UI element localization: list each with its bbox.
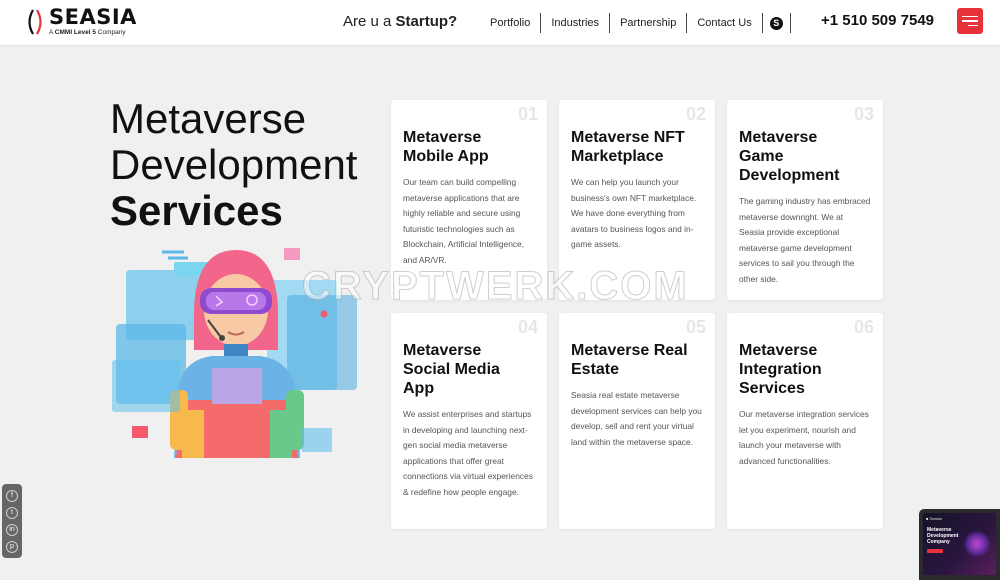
title-line-1: Metaverse	[110, 95, 307, 142]
menu-line	[962, 15, 978, 18]
watermark-text: CRYPTWERK.COM	[302, 264, 689, 309]
card-title: Metaverse NFT Marketplace	[571, 129, 685, 165]
card-title: Metaverse Game Development	[739, 129, 840, 184]
card-number: 02	[685, 104, 706, 124]
service-card-real-estate[interactable]: 05 Metaverse Real Estate Seasia real est…	[559, 313, 715, 529]
logo-mark-icon	[24, 7, 46, 37]
facebook-icon[interactable]: f	[6, 489, 18, 502]
thumb-cta-button	[927, 549, 943, 553]
nav-contact-us[interactable]: Contact Us	[687, 13, 763, 33]
card-description: We can help you launch your business's o…	[571, 177, 697, 249]
card-title: Metaverse Mobile App	[403, 129, 489, 165]
card-description: Our metaverse integration services let y…	[739, 409, 869, 466]
nav-partnership[interactable]: Partnership	[610, 13, 688, 33]
video-preview: ■ Seasia Metaverse Development Company	[923, 513, 996, 575]
twitter-icon[interactable]: t	[6, 506, 18, 519]
card-description: Our team can build compelling metaverse …	[403, 177, 525, 265]
pinterest-icon[interactable]: p	[6, 540, 18, 553]
service-card-social-media-app[interactable]: 04 Metaverse Social Media App We assist …	[391, 313, 547, 529]
thumb-title: Metaverse Development Company	[927, 527, 959, 545]
startup-link[interactable]: Are u a Startup?	[343, 13, 457, 30]
card-description: Seasia real estate metaverse development…	[571, 390, 702, 447]
nav-portfolio[interactable]: Portfolio	[480, 13, 542, 33]
phone-number[interactable]: +1 510 509 7549	[821, 12, 934, 29]
card-description: We assist enterprises and startups in de…	[403, 409, 533, 497]
card-number: 03	[853, 104, 874, 124]
thumb-orb-graphic	[964, 531, 990, 557]
logo-name: SEASIA	[49, 5, 137, 30]
hamburger-menu-button[interactable]	[957, 8, 983, 34]
skype-button[interactable]: S	[763, 13, 791, 33]
main-nav: Portfolio Industries Partnership Contact…	[480, 12, 791, 34]
seasia-logo[interactable]: SEASIA A CMMI Level 5 Company	[24, 7, 137, 37]
card-title: Metaverse Integration Services	[739, 342, 822, 397]
skype-icon: S	[769, 16, 783, 30]
nav-industries[interactable]: Industries	[541, 13, 611, 33]
linkedin-icon[interactable]: in	[6, 523, 18, 536]
title-line-3: Services	[110, 187, 283, 234]
thumb-logo: ■ Seasia	[926, 516, 942, 521]
site-header: SEASIA A CMMI Level 5 Company Are u a St…	[0, 0, 1000, 46]
card-title: Metaverse Social Media App	[403, 342, 500, 397]
card-description: The gaming industry has embraced metaver…	[739, 196, 871, 284]
logo-tagline: A CMMI Level 5 Company	[49, 29, 126, 37]
card-number: 05	[685, 317, 706, 337]
card-number: 01	[517, 104, 538, 124]
card-number: 04	[517, 317, 538, 337]
card-title: Metaverse Real Estate	[571, 342, 688, 378]
menu-line	[962, 20, 978, 22]
service-card-integration-services[interactable]: 06 Metaverse Integration Services Our me…	[727, 313, 883, 529]
video-thumbnail[interactable]: ■ Seasia Metaverse Development Company	[919, 509, 1000, 580]
service-card-game-development[interactable]: 03 Metaverse Game Development The gaming…	[727, 100, 883, 300]
title-line-2: Development	[110, 141, 358, 188]
menu-line	[968, 24, 978, 27]
card-number: 06	[853, 317, 874, 337]
social-links-bar: f t in p	[2, 484, 22, 558]
page-title: Metaverse Development Services	[110, 96, 357, 234]
